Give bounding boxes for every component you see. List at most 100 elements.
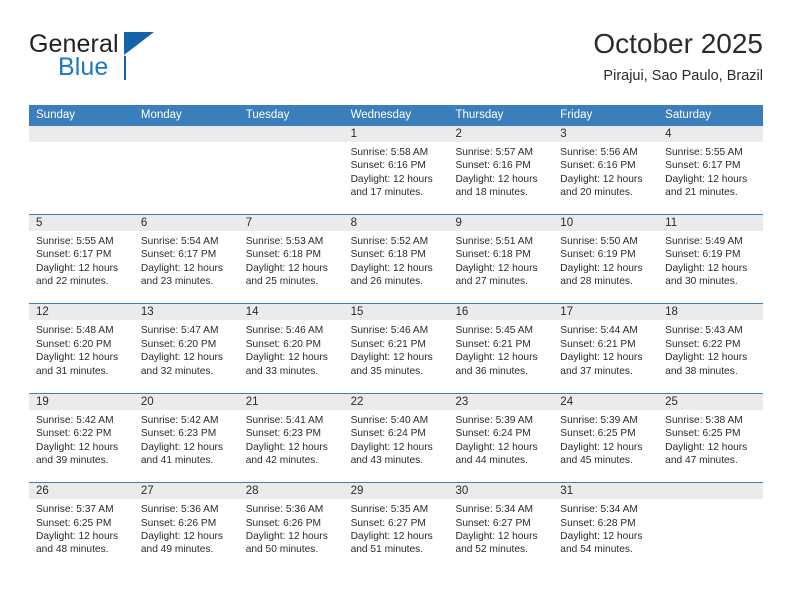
day-number: 17 bbox=[553, 304, 659, 321]
sunset-text: Sunset: 6:18 PM bbox=[455, 249, 531, 261]
daylight-text-line2: and 43 minutes. bbox=[350, 455, 424, 466]
daylight-text-line1: Daylight: 12 hours bbox=[140, 441, 223, 453]
daylight-text-line2: and 26 minutes. bbox=[350, 276, 424, 288]
daylight-text-line1: Daylight: 12 hours bbox=[560, 173, 643, 185]
day-cell[interactable]: 16 Sunrise: 5:45 AM Sunset: 6:21 PM Dayligh… bbox=[448, 304, 554, 393]
day-cell[interactable]: 10 Sunrise: 5:50 AM Sunset: 6:19 PM Dayligh… bbox=[553, 215, 659, 304]
sunrise-text: Sunrise: 5:40 AM bbox=[350, 414, 429, 426]
day-cell[interactable]: 19 Sunrise: 5:42 AM Sunset: 6:22 PM Dayligh… bbox=[29, 393, 134, 483]
daylight-text-line1: Daylight: 12 hours bbox=[560, 352, 643, 364]
day-number: 28 bbox=[238, 483, 344, 500]
sunrise-text: Sunrise: 5:36 AM bbox=[140, 504, 219, 516]
sunset-text: Sunset: 6:24 PM bbox=[350, 428, 426, 440]
day-cell[interactable]: 20 Sunrise: 5:42 AM Sunset: 6:23 PM Dayligh… bbox=[133, 393, 239, 483]
day-details: Sunrise: 5:34 AM Sunset: 6:27 PM Daylight:… bbox=[448, 499, 553, 557]
day-cell[interactable]: 22 Sunrise: 5:40 AM Sunset: 6:24 PM Dayligh… bbox=[343, 393, 449, 483]
day-details: Sunrise: 5:55 AM Sunset: 6:17 PM Daylight:… bbox=[658, 142, 763, 200]
sunset-text: Sunset: 6:28 PM bbox=[560, 517, 636, 529]
day-number: 22 bbox=[343, 393, 449, 410]
day-details: Sunrise: 5:42 AM Sunset: 6:22 PM Daylight:… bbox=[29, 410, 134, 468]
sunrise-text: Sunrise: 5:35 AM bbox=[350, 504, 429, 516]
day-details: Sunrise: 5:54 AM Sunset: 6:17 PM Daylight:… bbox=[134, 231, 239, 289]
day-cell[interactable]: 15 Sunrise: 5:46 AM Sunset: 6:21 PM Dayligh… bbox=[343, 304, 449, 393]
location-subtitle: Pirajui, Sao Paulo, Brazil bbox=[603, 68, 763, 85]
day-cell[interactable]: 25 Sunrise: 5:38 AM Sunset: 6:25 PM Dayligh… bbox=[658, 393, 764, 483]
daylight-text-line2: and 27 minutes. bbox=[455, 276, 528, 288]
sunset-text: Sunset: 6:24 PM bbox=[455, 428, 531, 440]
day-cell[interactable]: 5 Sunrise: 5:55 AM Sunset: 6:17 PM Daylight… bbox=[29, 215, 134, 304]
sunrise-text: Sunrise: 5:57 AM bbox=[455, 147, 534, 158]
day-details: Sunrise: 5:39 AM Sunset: 6:24 PM Daylight:… bbox=[448, 410, 553, 468]
daylight-text-line1: Daylight: 12 hours bbox=[245, 441, 328, 453]
weekday-header-sunday: Sunday bbox=[36, 109, 76, 121]
day-cell[interactable]: 28 Sunrise: 5:36 AM Sunset: 6:26 PM Dayligh… bbox=[238, 483, 344, 572]
day-cell[interactable]: 18 Sunrise: 5:43 AM Sunset: 6:22 PM Dayligh… bbox=[658, 304, 764, 393]
day-details: Sunrise: 5:39 AM Sunset: 6:25 PM Daylight:… bbox=[553, 410, 658, 468]
sunset-text: Sunset: 6:16 PM bbox=[560, 160, 636, 172]
day-cell[interactable]: 4 Sunrise: 5:55 AM Sunset: 6:17 PM Daylight… bbox=[658, 126, 764, 214]
day-number: 8 bbox=[343, 215, 449, 231]
sunset-text: Sunset: 6:23 PM bbox=[245, 428, 322, 440]
day-details: Sunrise: 5:46 AM Sunset: 6:20 PM Daylight:… bbox=[239, 320, 344, 378]
day-number: 20 bbox=[133, 393, 239, 410]
day-cell[interactable]: 31 Sunrise: 5:34 AM Sunset: 6:28 PM Dayligh… bbox=[553, 483, 659, 572]
day-cell[interactable]: 1 Sunrise: 5:58 AM Sunset: 6:16 PM Daylight… bbox=[343, 126, 449, 214]
day-cell[interactable]: 12 Sunrise: 5:48 AM Sunset: 6:20 PM Dayligh… bbox=[29, 304, 134, 393]
day-number: 12 bbox=[29, 304, 134, 321]
sunrise-text: Sunrise: 5:45 AM bbox=[455, 325, 534, 337]
day-cell[interactable]: 29 Sunrise: 5:35 AM Sunset: 6:27 PM Dayligh… bbox=[343, 483, 449, 572]
day-details: Sunrise: 5:36 AM Sunset: 6:26 PM Daylight:… bbox=[239, 499, 344, 557]
sunset-text: Sunset: 6:25 PM bbox=[665, 428, 741, 440]
day-cell[interactable]: 8 Sunrise: 5:52 AM Sunset: 6:18 PM Daylight… bbox=[343, 215, 449, 304]
sunset-text: Sunset: 6:20 PM bbox=[245, 338, 322, 350]
day-cell[interactable]: 26 Sunrise: 5:37 AM Sunset: 6:25 PM Dayligh… bbox=[29, 483, 134, 572]
day-cell[interactable]: 17 Sunrise: 5:44 AM Sunset: 6:21 PM Dayligh… bbox=[553, 304, 659, 393]
day-cell[interactable]: 11 Sunrise: 5:49 AM Sunset: 6:19 PM Dayligh… bbox=[658, 215, 764, 304]
day-cell[interactable]: 30 Sunrise: 5:34 AM Sunset: 6:27 PM Dayligh… bbox=[448, 483, 554, 572]
sunset-text: Sunset: 6:27 PM bbox=[350, 517, 426, 529]
day-details: Sunrise: 5:58 AM Sunset: 6:16 PM Daylight:… bbox=[344, 142, 449, 200]
daylight-text-line1: Daylight: 12 hours bbox=[350, 441, 433, 453]
day-cell[interactable]: 9 Sunrise: 5:51 AM Sunset: 6:18 PM Daylight… bbox=[448, 215, 554, 304]
day-cell[interactable]: 14 Sunrise: 5:46 AM Sunset: 6:20 PM Dayligh… bbox=[238, 304, 344, 393]
day-cell[interactable]: 6 Sunrise: 5:54 AM Sunset: 6:17 PM Daylight… bbox=[133, 215, 239, 304]
day-cell[interactable]: 24 Sunrise: 5:39 AM Sunset: 6:25 PM Dayligh… bbox=[553, 393, 659, 483]
day-number: 6 bbox=[133, 215, 239, 231]
daylight-text-line2: and 38 minutes. bbox=[665, 365, 738, 377]
day-cell[interactable]: 23 Sunrise: 5:39 AM Sunset: 6:24 PM Dayligh… bbox=[448, 393, 554, 483]
sunrise-text: Sunrise: 5:51 AM bbox=[455, 236, 534, 247]
daylight-text-line1: Daylight: 12 hours bbox=[36, 352, 119, 364]
brand-logo[interactable]: General Blue bbox=[29, 32, 249, 88]
day-details: Sunrise: 5:43 AM Sunset: 6:22 PM Daylight:… bbox=[658, 320, 763, 378]
daylight-text-line2: and 42 minutes. bbox=[245, 455, 319, 466]
daylight-text-line2: and 18 minutes. bbox=[455, 187, 528, 199]
daylight-text-line2: and 28 minutes. bbox=[560, 276, 633, 288]
sunset-text: Sunset: 6:25 PM bbox=[560, 428, 636, 440]
daylight-text-line1: Daylight: 12 hours bbox=[140, 352, 223, 364]
day-cell-empty bbox=[658, 483, 764, 572]
day-number: 1 bbox=[343, 126, 449, 142]
day-details: Sunrise: 5:49 AM Sunset: 6:19 PM Daylight:… bbox=[658, 231, 763, 289]
day-cell[interactable]: 27 Sunrise: 5:36 AM Sunset: 6:26 PM Dayligh… bbox=[133, 483, 239, 572]
sunset-text: Sunset: 6:17 PM bbox=[140, 249, 217, 261]
week-row: 5 Sunrise: 5:55 AM Sunset: 6:17 PM Daylight… bbox=[29, 214, 764, 304]
day-cell[interactable]: 13 Sunrise: 5:47 AM Sunset: 6:20 PM Dayligh… bbox=[133, 304, 239, 393]
day-cell[interactable]: 2 Sunrise: 5:57 AM Sunset: 6:16 PM Daylight… bbox=[448, 126, 554, 214]
sunrise-text: Sunrise: 5:42 AM bbox=[140, 414, 219, 426]
daylight-text-line1: Daylight: 12 hours bbox=[455, 173, 538, 185]
day-cell[interactable]: 3 Sunrise: 5:56 AM Sunset: 6:16 PM Daylight… bbox=[553, 126, 659, 214]
day-number: 27 bbox=[133, 483, 239, 500]
sunset-text: Sunset: 6:17 PM bbox=[36, 249, 112, 261]
day-cell[interactable]: 21 Sunrise: 5:41 AM Sunset: 6:23 PM Dayligh… bbox=[238, 393, 344, 483]
sunrise-text: Sunrise: 5:39 AM bbox=[560, 414, 638, 426]
sunrise-text: Sunrise: 5:54 AM bbox=[140, 236, 219, 247]
sunrise-text: Sunrise: 5:37 AM bbox=[36, 504, 114, 516]
day-number: 2 bbox=[448, 126, 554, 142]
sunset-text: Sunset: 6:26 PM bbox=[245, 517, 322, 529]
daylight-text-line1: Daylight: 12 hours bbox=[665, 262, 748, 274]
sunset-text: Sunset: 6:21 PM bbox=[455, 338, 531, 350]
day-number: 19 bbox=[29, 393, 134, 410]
day-cell[interactable]: 7 Sunrise: 5:53 AM Sunset: 6:18 PM Daylight… bbox=[238, 215, 344, 304]
daylight-text-line2: and 37 minutes. bbox=[560, 365, 633, 377]
day-number: 9 bbox=[448, 215, 554, 231]
